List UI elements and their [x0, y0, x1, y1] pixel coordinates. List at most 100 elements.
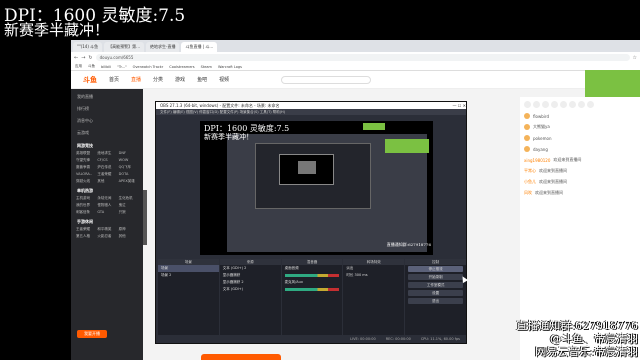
sidebar-category-grid: 英雄联盟 绝地求生 DNF 守望先锋 CF/CS WOW 魔兽争霸 炉石传说 Q…	[71, 151, 143, 184]
preview-slogan-text: 新赛季半藏冲！	[204, 133, 253, 141]
category-link[interactable]: 王者荣耀	[97, 172, 116, 177]
sidebar-section-title: 单机热游	[77, 188, 93, 193]
back-icon[interactable]: ←	[74, 55, 78, 61]
category-link[interactable]: 王者荣耀	[76, 227, 95, 232]
category-link[interactable]: 和平精英	[97, 227, 116, 232]
bottom-orange-bar[interactable]	[201, 354, 281, 360]
category-link[interactable]: 我的世界	[76, 203, 95, 208]
address-bar: ← → ↻ douyu.com/6655 ☆	[71, 52, 640, 63]
nested-capture-2	[255, 143, 371, 209]
bookmark-item[interactable]: Coolstreamers	[169, 65, 194, 69]
category-link[interactable]: 怪物猎人	[97, 203, 116, 208]
bookmark-item[interactable]: bilibili	[101, 65, 111, 69]
transition-duration[interactable]: 时长 300 ms	[343, 272, 404, 279]
category-link[interactable]: APEX英雄	[119, 179, 138, 184]
bookmark-item[interactable]: Overwatch Trackr	[133, 65, 164, 69]
browser-tab-4[interactable]: 斗鱼直播 | 斗...	[181, 42, 218, 52]
category-link[interactable]: 只狼	[119, 210, 138, 215]
category-link[interactable]: 生化危机	[119, 196, 138, 201]
chat-line: 小鱼儿 欢迎来到直播间	[524, 179, 567, 184]
bookmarks-bar: 应用 斗鱼 bilibili "Tr..." Overwatch Trackr …	[71, 63, 640, 71]
mixer-channel-label: 桌面音频	[284, 266, 299, 270]
category-link[interactable]: 魔兽争霸	[76, 165, 95, 170]
category-link[interactable]: 绝地求生	[97, 151, 116, 156]
window-controls-icon[interactable]: — ☐ ✕	[453, 102, 466, 109]
category-link[interactable]: 鬼泣	[119, 203, 138, 208]
bookmark-item[interactable]: 应用	[75, 64, 82, 69]
source-item[interactable]: 显示器捕获	[220, 272, 281, 279]
bookmark-item[interactable]: Warcraft Logs	[218, 65, 242, 69]
category-link[interactable]: 原神	[119, 227, 138, 232]
scene-item[interactable]: 场景 2	[158, 272, 219, 279]
sidebar-scrollbar[interactable]	[143, 190, 147, 245]
category-link[interactable]: GTA	[97, 210, 116, 215]
category-link[interactable]: 主机游戏	[76, 196, 95, 201]
browser-tab-2[interactable]: 【高能预警】第...	[104, 42, 144, 52]
category-link[interactable]: CF/CS	[97, 158, 116, 163]
volume-meter[interactable]	[284, 288, 340, 291]
start-live-button[interactable]: 我要开播	[77, 330, 107, 338]
sidebar-item-my-live[interactable]: 我的直播	[71, 91, 143, 103]
category-link[interactable]: 刺客信条	[76, 210, 95, 215]
star-icon[interactable]: ☆	[633, 55, 637, 61]
mixer-dock: 混音器 桌面音频 麦克风/Aux	[281, 259, 343, 335]
sidebar-item-messages[interactable]: 消息中心	[71, 115, 143, 127]
category-link[interactable]: 永劫无间	[97, 196, 116, 201]
green-source-block	[585, 70, 640, 100]
chat-line: 平常心 欢迎来到直播间	[524, 168, 567, 173]
category-link[interactable]: 守望先锋	[76, 158, 95, 163]
start-recording-button[interactable]: 开始录制	[408, 274, 463, 280]
category-link[interactable]: DOTA	[119, 172, 138, 177]
url-input[interactable]: douyu.com/6655	[95, 54, 630, 61]
douyu-logo[interactable]: 斗鱼	[83, 75, 97, 85]
browser-tab-1[interactable]: ""(14) 斗鱼	[73, 42, 103, 52]
exit-button[interactable]: 退出	[408, 298, 463, 304]
category-link[interactable]: 其他	[97, 179, 116, 184]
sidebar-section-title: 手游休闲	[77, 219, 93, 224]
category-link[interactable]: 英雄联盟	[76, 151, 95, 156]
bookmark-item[interactable]: 斗鱼	[88, 64, 95, 69]
scene-item[interactable]: 场景	[158, 265, 219, 272]
nav-item-games[interactable]: 游戏	[175, 76, 185, 83]
studio-mode-button[interactable]: 工作室模式	[408, 282, 463, 288]
bookmark-item[interactable]: "Tr..."	[117, 65, 126, 69]
source-item[interactable]: 文本 (GDI+)	[220, 286, 281, 293]
obs-window: OBS 27.1.3 (64-bit, windows) - 配置文件: 未命名…	[155, 101, 467, 344]
overlay-slogan-text: 新赛季半藏冲！	[4, 21, 110, 39]
category-link[interactable]: 火影忍者	[97, 234, 116, 239]
sidebar-item-ranking[interactable]: 排行榜	[71, 103, 143, 115]
category-link[interactable]: 其他	[119, 234, 138, 239]
volume-meter[interactable]	[284, 274, 340, 277]
obs-menu-bar[interactable]: 文件(F) 编辑(E) 视图(V) 停靠窗口(D) 配置文件(P) 场景集合(S…	[156, 109, 466, 115]
reload-icon[interactable]: ↻	[88, 55, 92, 61]
transition-select[interactable]: 淡出	[343, 265, 404, 272]
category-link[interactable]: WOW	[119, 158, 138, 163]
nav-item-live[interactable]: 直播	[131, 76, 141, 83]
nav-item-category[interactable]: 分类	[153, 76, 163, 83]
stop-streaming-button[interactable]: 停止推流	[408, 266, 463, 272]
sidebar-item-cloud-game[interactable]: 云游戏	[71, 127, 143, 139]
browser-tab-bar: ""(14) 斗鱼 【高能预警】第... 绝地求生-直播 斗鱼直播 | 斗...	[71, 40, 640, 52]
nested-capture-4	[298, 161, 316, 174]
browser-tab-3[interactable]: 绝地求生-直播	[146, 42, 180, 52]
forward-icon[interactable]: →	[81, 55, 85, 61]
bookmark-item[interactable]: Steam	[201, 65, 212, 69]
category-link[interactable]: DNF	[119, 151, 138, 156]
category-link[interactable]: VALORA..	[76, 172, 95, 177]
site-search-input[interactable]	[281, 75, 372, 84]
site-nav: 斗鱼 首页 直播 分类 游戏 鱼吧 视频	[71, 71, 640, 89]
nav-item-yuba[interactable]: 鱼吧	[197, 76, 207, 83]
stream-notice-overlay: 直播通知群:627918776 @斗鱼、帝宸清羽 网易云音乐:帝宸清羽	[516, 319, 638, 358]
category-link[interactable]: QQ飞车	[119, 165, 138, 170]
category-link[interactable]: 穿越火线	[76, 179, 95, 184]
obs-preview[interactable]: DPI：1600 灵敏度:7.5 新赛季半藏冲！ 直播通知群:627918776	[200, 121, 433, 255]
settings-button[interactable]: 设置	[408, 290, 463, 296]
nav-item-home[interactable]: 首页	[109, 76, 119, 83]
category-link[interactable]: 第五人格	[76, 234, 95, 239]
notice-group-text: 直播通知群:627918776	[516, 319, 638, 332]
source-item[interactable]: 显示器捕获 2	[220, 279, 281, 286]
cpu-status: CPU: 11.1%, 60.00 fps	[420, 337, 460, 341]
source-item[interactable]: 文本 (GDI+) 2	[220, 265, 281, 272]
category-link[interactable]: 炉石传说	[97, 165, 116, 170]
nav-item-video[interactable]: 视频	[219, 76, 229, 83]
